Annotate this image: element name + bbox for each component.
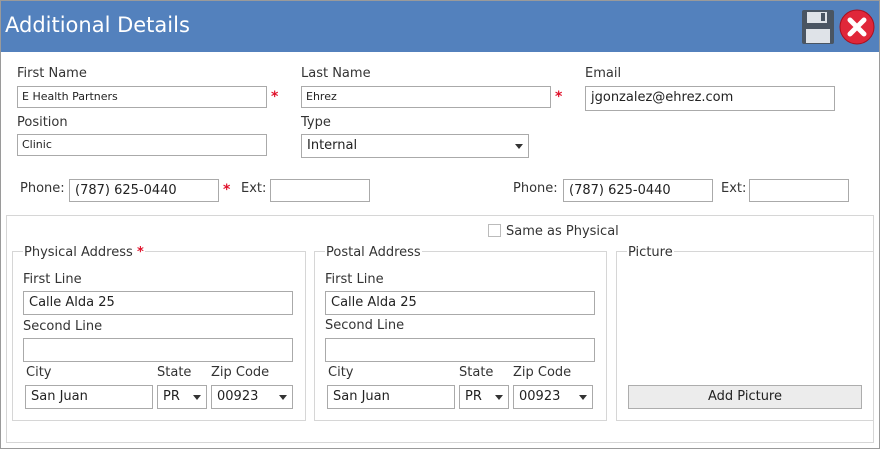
type-select[interactable]: Internal: [301, 134, 529, 158]
type-select-value: Internal: [307, 138, 358, 153]
email-label: Email: [585, 66, 622, 81]
chevron-down-icon: [495, 395, 503, 400]
additional-details-dialog: Additional Details First Name E Health P…: [0, 0, 880, 449]
postal-second-line-field[interactable]: [325, 338, 595, 362]
postal-zip-value: 00923: [519, 389, 561, 404]
physical-city-label: City: [26, 365, 52, 380]
postal-address-title: Postal Address: [325, 245, 422, 260]
position-field[interactable]: Clinic: [17, 134, 267, 156]
phone-label: Phone:: [20, 181, 65, 196]
required-marker: *: [223, 182, 231, 198]
phone-field-2[interactable]: (787) 625-0440: [563, 179, 713, 202]
picture-title: Picture: [627, 245, 674, 260]
postal-zip-select[interactable]: 00923: [513, 385, 593, 409]
email-field[interactable]: jgonzalez@ehrez.com: [585, 86, 835, 111]
required-marker: *: [136, 245, 144, 260]
postal-first-line-field[interactable]: Calle Alda 25: [325, 291, 595, 315]
physical-state-value: PR: [163, 389, 180, 404]
phone-label-2: Phone:: [513, 181, 558, 196]
physical-zip-value: 00923: [217, 389, 259, 404]
required-marker: *: [271, 89, 279, 105]
position-label: Position: [17, 115, 68, 130]
chevron-down-icon: [279, 395, 287, 400]
required-marker: *: [555, 89, 563, 105]
postal-zip-label: Zip Code: [513, 365, 572, 380]
physical-first-line-field[interactable]: Calle Alda 25: [23, 291, 293, 315]
last-name-label: Last Name: [301, 66, 371, 81]
postal-state-label: State: [459, 365, 494, 380]
close-x-icon[interactable]: [839, 9, 875, 45]
postal-city-field[interactable]: San Juan: [327, 385, 455, 409]
same-as-physical-checkbox[interactable]: [488, 224, 501, 237]
type-label: Type: [301, 115, 331, 130]
chevron-down-icon: [579, 395, 587, 400]
postal-city-label: City: [328, 365, 354, 380]
physical-second-line-field[interactable]: [23, 338, 293, 362]
physical-address-title: Physical Address *: [23, 245, 145, 260]
postal-state-select[interactable]: PR: [459, 385, 509, 409]
first-name-field[interactable]: E Health Partners: [17, 86, 267, 108]
phone-field[interactable]: (787) 625-0440: [69, 179, 219, 202]
first-name-label: First Name: [17, 66, 87, 81]
ext-field[interactable]: [270, 179, 370, 202]
chevron-down-icon: [193, 395, 201, 400]
physical-state-label: State: [157, 365, 192, 380]
postal-state-value: PR: [465, 389, 482, 404]
physical-city-field[interactable]: San Juan: [25, 385, 153, 409]
floppy-disk-icon[interactable]: [801, 9, 835, 45]
ext-label: Ext:: [241, 181, 267, 196]
physical-zip-select[interactable]: 00923: [211, 385, 293, 409]
title-bar: Additional Details: [1, 1, 879, 52]
postal-first-line-label: First Line: [325, 272, 384, 287]
ext-label-2: Ext:: [721, 181, 747, 196]
add-picture-button[interactable]: Add Picture: [628, 385, 862, 409]
postal-second-line-label: Second Line: [325, 318, 405, 333]
last-name-field[interactable]: Ehrez: [301, 86, 551, 108]
physical-state-select[interactable]: PR: [157, 385, 207, 409]
ext-field-2[interactable]: [749, 179, 849, 202]
physical-first-line-label: First Line: [23, 272, 82, 287]
chevron-down-icon: [515, 144, 523, 149]
same-as-physical-label: Same as Physical: [506, 224, 619, 239]
physical-zip-label: Zip Code: [211, 365, 270, 380]
physical-address-title-text: Physical Address: [24, 245, 133, 260]
physical-second-line-label: Second Line: [23, 319, 103, 334]
dialog-title: Additional Details: [5, 13, 190, 37]
